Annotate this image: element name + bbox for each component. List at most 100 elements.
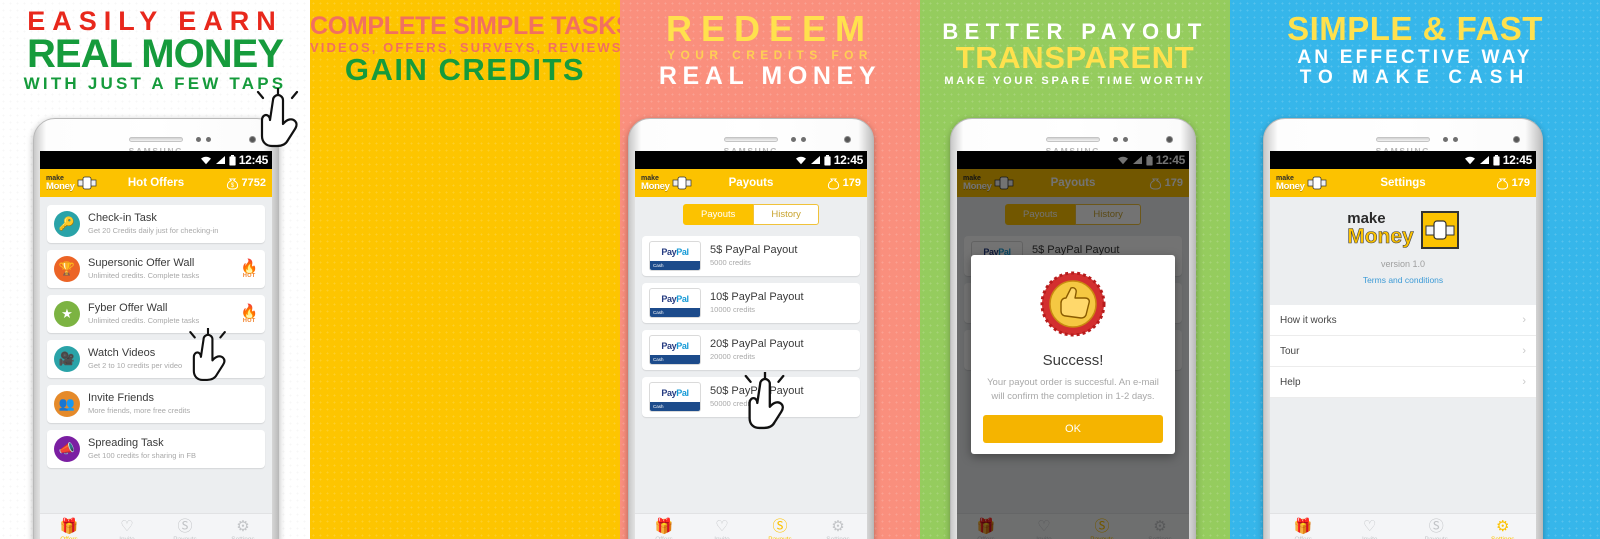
nav-label: Offers — [655, 535, 673, 539]
status-bar: 12:45 — [1270, 151, 1536, 169]
list-item[interactable]: 👥 Invite Friends More friends, more free… — [47, 385, 265, 423]
panel-transparent: BETTER PAYOUT TRANSPARENT MAKE YOUR SPAR… — [920, 0, 1230, 539]
nav-item-invite[interactable]: ♡Invite — [1337, 519, 1404, 539]
nav-item-offers[interactable]: 🎁Offers — [40, 519, 98, 539]
settings-row-tour[interactable]: Tour › — [1270, 336, 1536, 367]
list-item[interactable]: PayPal Cash 5$ PayPal Payout5000 credits — [642, 236, 860, 276]
nav-label: Offers — [1294, 535, 1313, 539]
list-item[interactable]: PayPal Cash 10$ PayPal Payout10000 credit… — [642, 283, 860, 323]
flame-icon: 🔥 — [240, 303, 258, 319]
list-item[interactable]: PayPal Cash 20$ PayPal Payout20000 credit… — [642, 330, 860, 370]
offers-list: 🔑 Check-in Task Get 20 Credits daily jus… — [40, 197, 272, 468]
tap-hand-cursor-icon — [252, 88, 304, 150]
nav-item-invite[interactable]: ♡Invite — [693, 519, 751, 539]
paypal-brand-b: Pal — [676, 388, 689, 398]
phone-screen: 12:45 make Money Settings 179 make Money… — [1270, 151, 1536, 539]
gear-icon: ⚙ — [831, 517, 845, 535]
hot-badge: 🔥 HOT — [241, 259, 258, 279]
nav-item-invite[interactable]: ♡Invite — [98, 519, 156, 539]
settings-row-label: How it works — [1280, 314, 1337, 326]
nav-label: Settings — [231, 535, 255, 539]
light-sensor-icon — [1453, 137, 1458, 142]
status-clock: 12:45 — [833, 153, 864, 167]
proximity-sensor-icon — [791, 137, 796, 142]
list-item[interactable]: 🔑 Check-in Task Get 20 Credits daily jus… — [47, 205, 265, 243]
megaphone-icon: 📣 — [54, 436, 80, 462]
proximity-sensor-icon — [1443, 137, 1448, 142]
settings-row-help[interactable]: Help › — [1270, 367, 1536, 398]
signal-icon — [215, 156, 225, 164]
wifi-icon — [200, 156, 211, 165]
nav-label: Payouts — [1424, 535, 1449, 539]
tab-payouts[interactable]: Payouts — [683, 204, 754, 225]
settings-row-how-it-works[interactable]: How it works › — [1270, 305, 1536, 336]
list-item[interactable]: 🏆 Supersonic Offer Wall Unlimited credit… — [47, 250, 265, 288]
app-bar: make Money Payouts 179 — [635, 169, 867, 197]
ok-button[interactable]: OK — [983, 414, 1163, 443]
app-logo-money: Money — [641, 180, 670, 192]
coin-icon: Ⓢ — [772, 517, 788, 535]
people-icon: 👥 — [54, 391, 80, 417]
credits-value: 7752 — [241, 177, 266, 189]
nav-label: Offers — [60, 535, 78, 539]
nav-label: Settings — [1491, 535, 1515, 539]
offer-subtitle: More friends, more free credits — [88, 406, 191, 415]
headline-block: BETTER PAYOUT TRANSPARENT MAKE YOUR SPAR… — [920, 0, 1230, 87]
phone-screen: 12:45 make Money Payouts 179 — [957, 151, 1189, 539]
paypal-brand-a: Pay — [661, 294, 677, 304]
headline-line-1: BETTER PAYOUT — [942, 19, 1208, 44]
trophy-icon: 🏆 — [54, 256, 80, 282]
nav-item-offers[interactable]: 🎁Offers — [635, 519, 693, 539]
credits-badge[interactable]: 179 — [1496, 177, 1530, 190]
proximity-sensor-icon — [1113, 137, 1118, 142]
app-about-logo: make Money — [1270, 211, 1536, 249]
offer-title: Watch Videos — [88, 347, 156, 360]
tab-history[interactable]: History — [753, 204, 819, 225]
coin-icon: Ⓢ — [1428, 517, 1444, 535]
payout-subtitle: 10000 credits — [710, 305, 756, 314]
chevron-right-icon: › — [1522, 345, 1526, 357]
list-item[interactable]: 📣 Spreading Task Get 100 credits for sha… — [47, 430, 265, 468]
tap-hand-cursor-icon — [740, 372, 790, 432]
paypal-brand-a: Pay — [661, 388, 677, 398]
paypal-brand-b: Pal — [676, 247, 689, 257]
nav-item-payouts[interactable]: ⓈPayouts — [751, 519, 809, 539]
headline-line-3: MAKE YOUR SPARE TIME WORTHY — [944, 75, 1206, 88]
money-bag-icon — [1496, 178, 1508, 190]
nav-item-offers[interactable]: 🎁Offers — [1270, 519, 1337, 539]
headline-line-1: SIMPLE & FAST — [1287, 10, 1543, 47]
nav-item-settings[interactable]: ⚙Settings — [214, 519, 272, 539]
headline-block: REDEEM YOUR CREDITS FOR REAL MONEY — [620, 0, 920, 89]
headline-block: EASILY EARN REAL MONEY WITH JUST A FEW T… — [0, 0, 310, 92]
payout-title: 20$ PayPal Payout — [710, 338, 804, 351]
fist-cash-icon — [1307, 176, 1326, 190]
fist-cash-icon — [1420, 211, 1459, 249]
credits-badge[interactable]: $ 7752 — [226, 177, 266, 190]
paypal-card-tag: Cash — [653, 263, 664, 268]
coin-icon: Ⓢ — [177, 517, 193, 535]
nav-item-settings[interactable]: ⚙Settings — [809, 519, 867, 539]
nav-item-payouts[interactable]: ⓈPayouts — [1403, 519, 1470, 539]
payout-subtitle: 20000 credits — [710, 352, 756, 361]
headline-line-3: GAIN CREDITS — [344, 51, 586, 87]
paypal-card-tag: Cash — [653, 310, 664, 315]
terms-link[interactable]: Terms and conditions — [1270, 275, 1536, 285]
app-version: version 1.0 — [1380, 259, 1426, 269]
earpiece-speaker — [1046, 137, 1100, 142]
nav-label: Payouts — [768, 535, 792, 539]
nav-item-payouts[interactable]: ⓈPayouts — [156, 519, 214, 539]
headline-line-3: REAL MONEY — [658, 61, 882, 90]
nav-item-settings[interactable]: ⚙Settings — [1470, 519, 1537, 539]
list-item[interactable]: ★ Fyber Offer Wall Unlimited credits. Co… — [47, 295, 265, 333]
paypal-card-icon: PayPal Cash — [649, 382, 701, 412]
credits-badge[interactable]: 179 — [827, 177, 861, 190]
headline-line-2: REAL MONEY — [27, 31, 284, 76]
headline-line-3: TO MAKE CASH — [1299, 67, 1531, 89]
offer-title: Fyber Offer Wall — [88, 302, 168, 315]
front-camera-icon — [1166, 136, 1173, 143]
payout-subtitle: 5000 credits — [710, 258, 751, 267]
nav-label: Invite — [119, 535, 135, 539]
offer-title: Invite Friends — [88, 392, 155, 405]
key-icon: 🔑 — [54, 211, 80, 237]
list-item[interactable]: 🎥 Watch Videos Get 2 to 10 credits per v… — [47, 340, 265, 378]
